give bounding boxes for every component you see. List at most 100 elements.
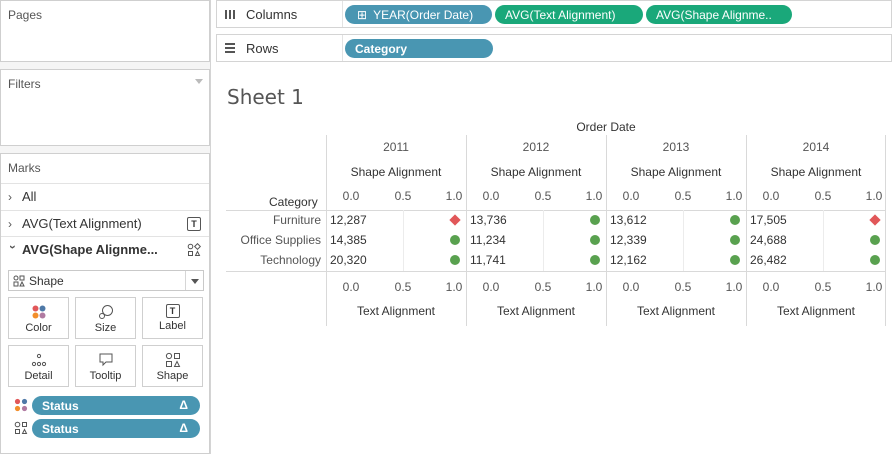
marks-row-avg-shape-alignment[interactable]: › AVG(Shape Alignme...: [1, 236, 209, 262]
shape-axis-title: Shape Alignment: [350, 165, 442, 179]
pages-card[interactable]: Pages: [0, 0, 210, 62]
label-button[interactable]: T Label: [142, 297, 203, 339]
shape-axis-tick: 0.5: [674, 189, 692, 203]
axis-gridline: [403, 210, 404, 271]
marks-row-avg-text-alignment[interactable]: › AVG(Text Alignment) T: [1, 210, 209, 236]
shape-axis-title: Shape Alignment: [770, 165, 862, 179]
filters-menu-caret-icon[interactable]: [195, 79, 203, 84]
status-circle-mark[interactable]: [730, 255, 740, 265]
text-axis-tick: 1.0: [725, 280, 743, 294]
marks-row-all[interactable]: › All: [1, 183, 209, 209]
text-alignment-value: 17,505: [750, 213, 787, 227]
category-label[interactable]: Technology: [221, 253, 321, 267]
order-date-header: Order Date: [576, 120, 636, 134]
pill-label: Status: [42, 421, 79, 436]
mark-type-dropdown[interactable]: Shape: [8, 270, 204, 291]
status-circle-mark[interactable]: [870, 255, 880, 265]
status-color-pill[interactable]: Status Δ: [32, 396, 200, 415]
year-header: 2014: [802, 140, 830, 154]
status-shape-pill[interactable]: Status Δ: [32, 419, 200, 438]
category-label[interactable]: Office Supplies: [221, 233, 322, 247]
shape-axis-title: Shape Alignment: [630, 165, 722, 179]
text-axis-tick: 1.0: [445, 280, 463, 294]
text-alignment-value: 11,234: [470, 233, 506, 247]
columns-shelf[interactable]: Columns ⊞ YEAR(Order Date) AVG(Text Alig…: [216, 0, 892, 28]
status-circle-mark[interactable]: [450, 255, 460, 265]
category-pill[interactable]: Category: [345, 39, 493, 58]
label-icon: T: [165, 304, 180, 318]
chevron-down-icon[interactable]: [185, 271, 203, 290]
text-axis-tick: 0.5: [534, 280, 552, 294]
text-axis-tick: 1.0: [865, 280, 883, 294]
pages-title: Pages: [8, 8, 43, 22]
text-alignment-value: 24,688: [750, 233, 787, 247]
shape-button[interactable]: Shape: [142, 345, 203, 387]
marks-row-label: All: [22, 189, 37, 204]
shape-axis-title: Shape Alignment: [490, 165, 582, 179]
status-circle-mark[interactable]: [450, 235, 460, 245]
category-header: Category: [269, 195, 318, 209]
year-order-date-pill[interactable]: ⊞ YEAR(Order Date): [345, 5, 492, 24]
avg-shape-alignment-pill[interactable]: AVG(Shape Alignme..: [646, 5, 792, 24]
rows-icon: [225, 43, 235, 53]
shape-axis-tick: 0.0: [762, 189, 780, 203]
detail-button-label: Detail: [24, 370, 53, 382]
text-axis-title: Text Alignment: [776, 304, 856, 318]
text-label-icon: T: [187, 217, 201, 231]
marks-row-label: AVG(Shape Alignme...: [22, 242, 158, 257]
axis-gridline: [543, 210, 544, 271]
status-circle-mark[interactable]: [730, 215, 740, 225]
shape-axis-tick: 0.5: [534, 189, 552, 203]
mark-type-value: Shape: [29, 273, 64, 288]
shape-axis-tick: 1.0: [585, 189, 603, 203]
text-axis-tick: 0.0: [762, 280, 780, 294]
size-button[interactable]: Size: [75, 297, 136, 339]
marks-title: Marks: [8, 161, 41, 175]
status-circle-mark[interactable]: [870, 235, 880, 245]
shape-axis-tick: 0.5: [394, 189, 412, 203]
status-circle-mark[interactable]: [590, 235, 600, 245]
rows-label: Rows: [246, 40, 279, 56]
pill-label: Category: [355, 41, 408, 56]
status-diamond-mark[interactable]: [449, 214, 461, 226]
text-alignment-value: 13,612: [610, 213, 647, 227]
text-alignment-value: 26,482: [750, 253, 787, 267]
column-divider: [746, 135, 747, 326]
left-panel: Pages Filters Marks › All › AVG(Text Ali…: [0, 0, 211, 454]
columns-icon: [225, 10, 235, 19]
text-axis-tick: 0.5: [814, 280, 832, 294]
text-alignment-value: 14,385: [330, 233, 367, 247]
delta-icon: Δ: [179, 398, 188, 412]
status-circle-mark[interactable]: [590, 215, 600, 225]
text-axis-tick: 0.0: [622, 280, 640, 294]
tooltip-button[interactable]: Tooltip: [75, 345, 136, 387]
plus-box-icon[interactable]: ⊞: [357, 8, 367, 22]
color-button[interactable]: Color: [8, 297, 69, 339]
shape-axis-tick: 0.0: [622, 189, 640, 203]
pill-label: AVG(Shape Alignme..: [656, 7, 772, 22]
detail-button[interactable]: Detail: [8, 345, 69, 387]
status-circle-mark[interactable]: [730, 235, 740, 245]
shape-button-label: Shape: [156, 370, 189, 382]
filters-card[interactable]: Filters: [0, 69, 210, 146]
filters-title: Filters: [8, 77, 41, 91]
sheet-title[interactable]: Sheet 1: [227, 85, 304, 109]
chevron-right-icon: ›: [8, 216, 12, 231]
color-button-label: Color: [25, 322, 52, 334]
status-diamond-mark[interactable]: [869, 214, 881, 226]
text-alignment-value: 12,162: [610, 253, 647, 267]
text-axis-tick: 0.0: [482, 280, 500, 294]
avg-text-alignment-pill[interactable]: AVG(Text Alignment): [495, 5, 643, 24]
text-alignment-value: 11,741: [470, 253, 506, 267]
pill-label: AVG(Text Alignment): [505, 7, 616, 22]
category-label[interactable]: Furniture: [221, 213, 321, 227]
label-button-label: Label: [159, 320, 186, 332]
pill-label: Status: [42, 398, 79, 413]
row-divider: [226, 271, 886, 272]
column-divider: [885, 135, 886, 326]
text-axis-tick: 1.0: [585, 280, 603, 294]
column-divider: [606, 135, 607, 326]
status-circle-mark[interactable]: [590, 255, 600, 265]
shape-icon: [165, 352, 180, 367]
rows-shelf[interactable]: Rows Category: [216, 34, 892, 62]
